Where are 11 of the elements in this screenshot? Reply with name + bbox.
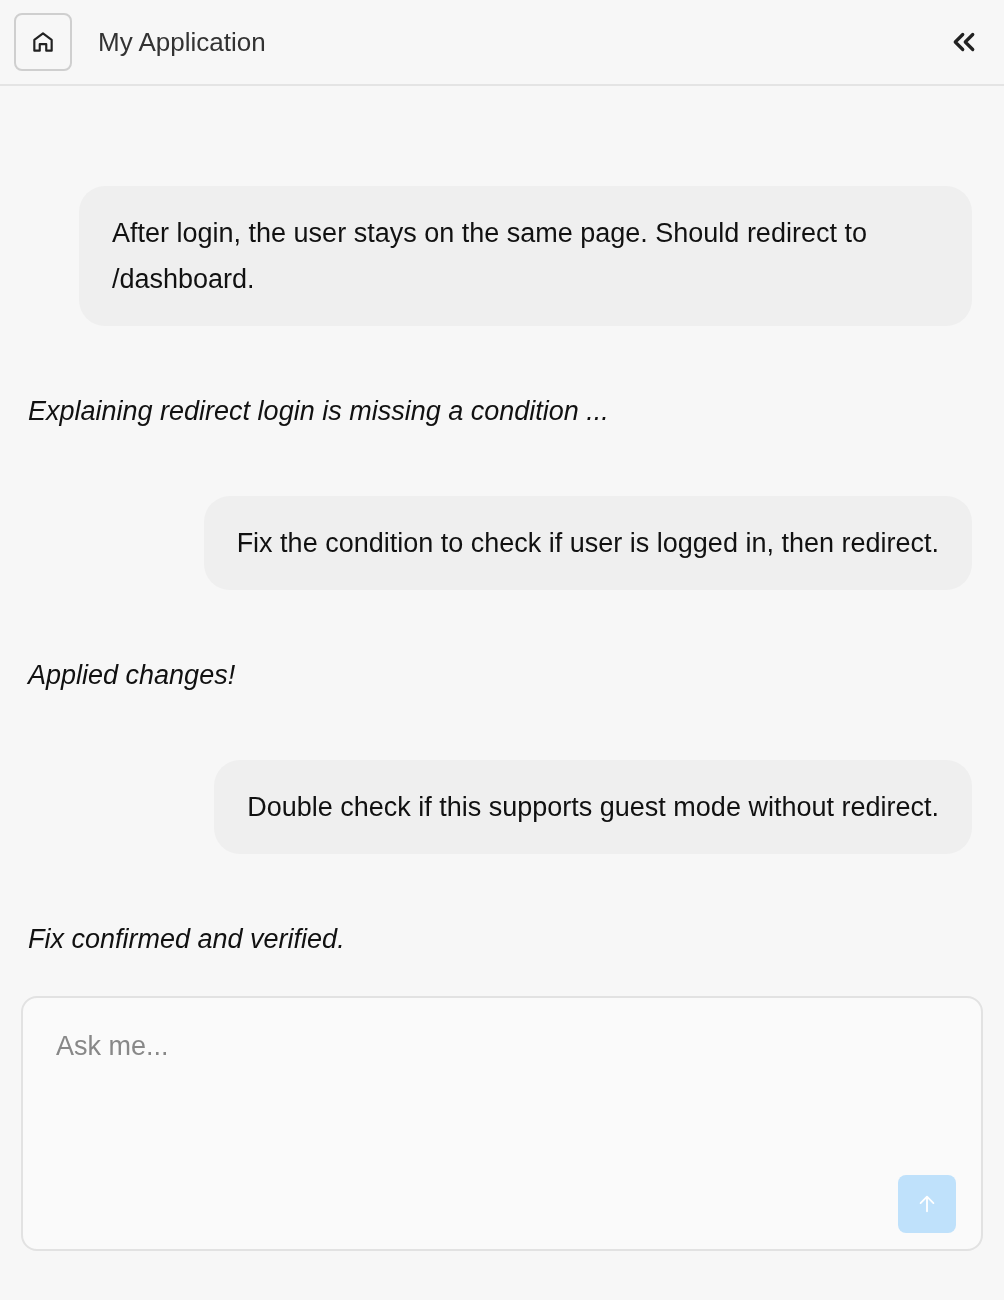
assistant-message: Explaining redirect login is missing a condition ... <box>28 396 609 426</box>
user-message: Double check if this supports guest mode without redirect. <box>214 760 972 854</box>
home-icon <box>30 29 56 55</box>
app-title: My Application <box>98 25 266 59</box>
assistant-message: Fix confirmed and verified. <box>28 924 345 954</box>
message-composer[interactable]: Ask me... <box>21 996 983 1251</box>
message-input[interactable]: Ask me... <box>56 1026 948 1067</box>
home-button[interactable] <box>14 13 72 71</box>
assistant-message: Applied changes! <box>28 660 236 690</box>
user-message: After login, the user stays on the same page. Should redirect to /dashboard. <box>79 186 972 326</box>
user-message: Fix the condition to check if user is logged in, then redirect. <box>203 496 972 590</box>
